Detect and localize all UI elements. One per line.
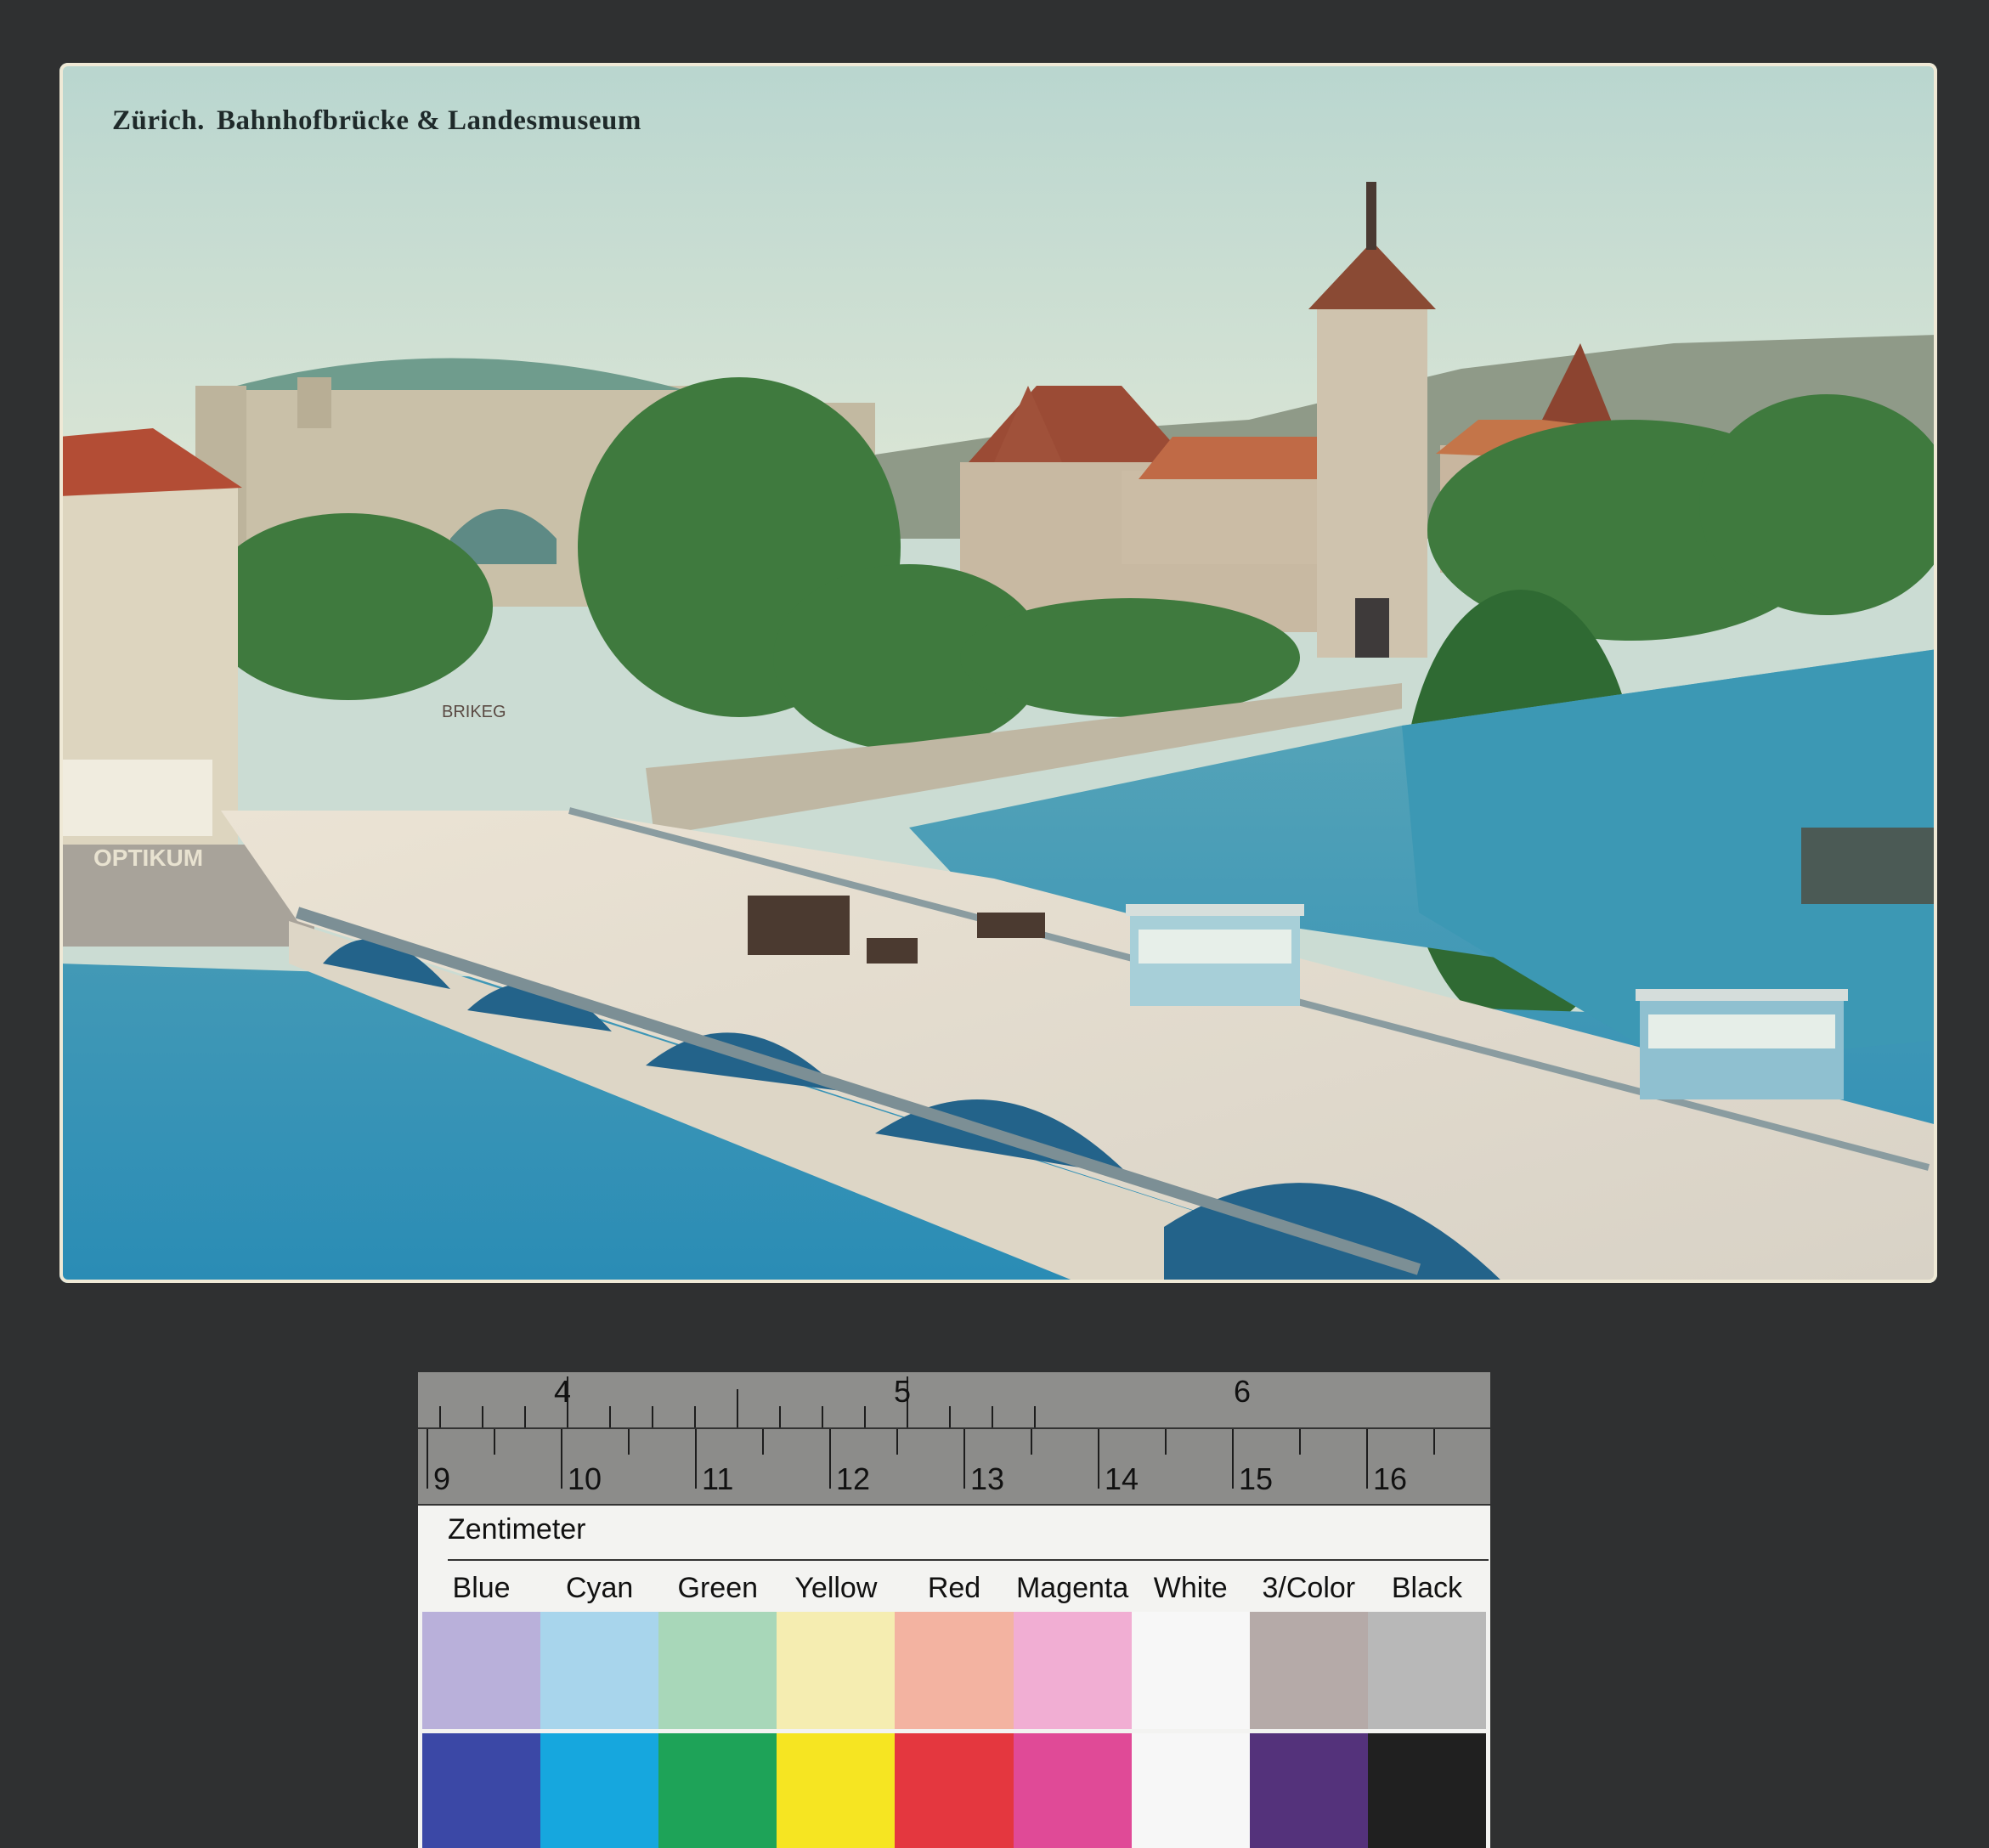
color-name-label: Black (1391, 1572, 1463, 1604)
dark-swatch-black (1367, 1733, 1486, 1848)
inch-ruler: 4 5 6 (418, 1372, 1490, 1429)
inch-ruler-tick (694, 1406, 696, 1427)
inch-ruler-tick (737, 1389, 738, 1427)
inch-ruler-tick (864, 1406, 866, 1427)
inch-ruler-number: 4 (554, 1374, 572, 1409)
cm-ruler-tick (1098, 1429, 1099, 1489)
cm-ruler-tick (1433, 1429, 1435, 1455)
color-target-card: 4 5 6 9 10 11 12 13 14 15 16 Zentimeter Blue Cyan G… (418, 1372, 1490, 1848)
cm-ruler-tick (427, 1429, 428, 1489)
dark-swatch-magenta (1013, 1733, 1132, 1848)
cm-ruler-number: 16 (1373, 1461, 1408, 1496)
inch-ruler-tick (949, 1406, 951, 1427)
postcard-photo: OPTIKUM BRIKEG Zürich. Bahnhofbrücke & L… (59, 63, 1937, 1283)
color-name-label: 3/Color (1262, 1572, 1356, 1604)
cm-ruler-number: 9 (433, 1461, 451, 1496)
cm-ruler-tick (1366, 1429, 1368, 1489)
light-swatch-red (895, 1612, 1014, 1729)
cm-ruler-number: 10 (568, 1461, 602, 1496)
cm-ruler-tick (1299, 1429, 1301, 1455)
color-name-label: Yellow (794, 1572, 878, 1604)
cm-ruler-number: 11 (702, 1461, 734, 1496)
cm-ruler-tick (1165, 1429, 1167, 1455)
dark-swatch-white (1131, 1733, 1250, 1848)
light-swatch-row (422, 1612, 1486, 1729)
light-swatch-yellow (777, 1612, 896, 1729)
cm-ruler-tick (695, 1429, 697, 1489)
color-name-label: Magenta (1015, 1572, 1129, 1604)
light-swatch-3-color (1249, 1612, 1368, 1729)
inch-ruler-tick (439, 1406, 441, 1427)
inch-ruler-tick (992, 1406, 993, 1427)
optikum-sign: OPTIKUM (93, 845, 203, 871)
inch-ruler-tick (822, 1406, 823, 1427)
caption-subject: Bahnhofbrücke & Landesmuseum (216, 105, 641, 136)
cm-ruler-tick (561, 1429, 562, 1489)
inch-ruler-tick (1034, 1406, 1036, 1427)
light-swatch-blue (422, 1612, 541, 1729)
postcard-caption: Zürich. Bahnhofbrücke & Landesmuseum (112, 105, 653, 137)
inch-ruler-tick (524, 1406, 526, 1427)
cm-ruler-tick (1232, 1429, 1234, 1489)
dark-swatch-green (658, 1733, 777, 1848)
caption-city: Zürich. (112, 105, 205, 136)
cm-ruler-tick (963, 1429, 965, 1489)
cm-ruler-number: 14 (1105, 1461, 1139, 1496)
color-name-label: Blue (452, 1572, 511, 1604)
inch-ruler-tick (779, 1406, 781, 1427)
color-name-label: Cyan (565, 1572, 634, 1604)
dark-swatch-blue (422, 1733, 541, 1848)
inch-ruler-tick (652, 1406, 653, 1427)
color-name-label: Green (677, 1572, 759, 1604)
cm-ruler-tick (1031, 1429, 1032, 1455)
banner-sign: BRIKEG (442, 703, 506, 721)
color-name-label: Red (927, 1572, 981, 1604)
cm-ruler: 9 10 11 12 13 14 15 16 (418, 1429, 1490, 1506)
dark-swatch-row (422, 1733, 1486, 1848)
dark-swatch-cyan (540, 1733, 659, 1848)
weir (1801, 828, 1937, 904)
cm-ruler-number: 13 (970, 1461, 1005, 1496)
cm-ruler-tick (628, 1429, 630, 1455)
light-swatch-cyan (540, 1612, 659, 1729)
light-swatch-black (1367, 1612, 1486, 1729)
cm-ruler-tick (762, 1429, 764, 1455)
dark-swatch-red (895, 1733, 1014, 1848)
light-swatch-green (658, 1612, 777, 1729)
postcard-scene: OPTIKUM BRIKEG (59, 63, 1937, 1283)
tram-2 (1636, 989, 1848, 1099)
inch-ruler-tick (482, 1406, 483, 1427)
dark-swatch-3-color (1249, 1733, 1368, 1848)
inch-ruler-number: 5 (894, 1374, 912, 1409)
cm-ruler-tick (896, 1429, 898, 1455)
tram-1 (1126, 904, 1304, 1006)
inch-ruler-tick (609, 1406, 611, 1427)
color-name-label: White (1153, 1572, 1228, 1604)
dark-swatch-yellow (777, 1733, 896, 1848)
cm-ruler-number: 12 (836, 1461, 871, 1496)
unit-label: Zentimeter (448, 1500, 1489, 1561)
light-swatch-magenta (1013, 1612, 1132, 1729)
cm-ruler-tick (494, 1429, 495, 1455)
cm-ruler-tick (829, 1429, 831, 1489)
inch-ruler-number: 6 (1234, 1374, 1252, 1409)
light-swatch-white (1131, 1612, 1250, 1729)
cm-ruler-number: 15 (1239, 1461, 1274, 1496)
